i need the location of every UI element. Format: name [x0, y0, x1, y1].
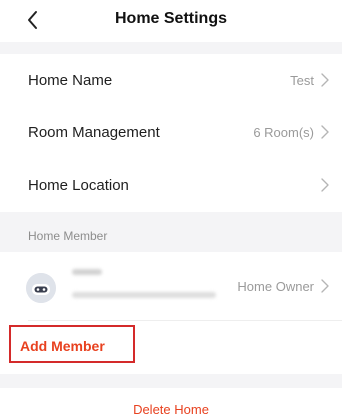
home-name-row[interactable]: Home Name Test: [0, 54, 342, 106]
page-title: Home Settings: [114, 10, 227, 27]
section-divider: [0, 374, 342, 388]
home-location-row[interactable]: Home Location: [0, 158, 342, 210]
divider: [28, 320, 342, 321]
room-management-label: Room Management: [28, 124, 160, 141]
home-location-label: Home Location: [28, 177, 129, 194]
delete-home-button[interactable]: Delete Home: [0, 402, 342, 417]
robot-avatar-icon: [26, 273, 56, 303]
room-management-value: 6 Room(s): [253, 125, 314, 140]
header: Home Settings: [0, 0, 342, 42]
home-name-label: Home Name: [28, 72, 113, 89]
chevron-right-icon: [320, 279, 330, 293]
home-member-section-header: Home Member: [0, 212, 342, 252]
member-email-redacted: [72, 292, 216, 298]
member-role: Home Owner: [237, 279, 314, 294]
member-name-redacted: [72, 269, 102, 275]
chevron-right-icon: [320, 73, 330, 87]
add-member-label: Add Member: [20, 338, 105, 354]
section-divider: [0, 42, 342, 54]
add-member-button[interactable]: Add Member: [9, 325, 135, 363]
chevron-right-icon: [320, 125, 330, 139]
member-row[interactable]: Home Owner: [0, 252, 342, 320]
home-settings-screen: Home Settings Home Name Test Room Manage…: [0, 0, 342, 419]
home-member-section-label: Home Member: [28, 229, 108, 243]
room-management-row[interactable]: Room Management 6 Room(s): [0, 106, 342, 158]
home-name-value: Test: [290, 73, 314, 88]
chevron-right-icon: [320, 178, 330, 192]
